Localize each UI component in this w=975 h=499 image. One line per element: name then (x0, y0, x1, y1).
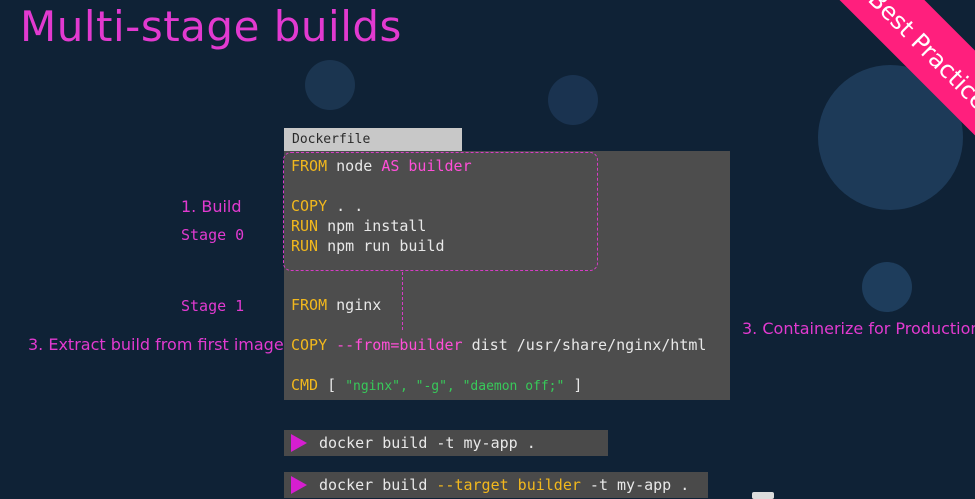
keyword-cmd: CMD (291, 376, 319, 394)
command-bar-target[interactable]: docker build --target builder -t my-app … (284, 472, 708, 498)
cmd-args: "nginx", "-g", "daemon off;" (345, 379, 565, 394)
code-line-from-nginx: FROM nginx (291, 296, 382, 314)
command-bar-build[interactable]: docker build -t my-app . (284, 430, 608, 456)
code-line-cmd: CMD [ "nginx", "-g", "daemon off;" ] (291, 376, 583, 394)
code-line-copy-from: COPY --from=builder dist /usr/share/ngin… (291, 336, 707, 354)
dockerfile-tab[interactable]: Dockerfile (284, 128, 462, 151)
annotation-extract: 3. Extract build from first image (28, 335, 284, 354)
decor-circle (548, 75, 598, 125)
play-icon (291, 476, 307, 494)
keyword-from: FROM (291, 296, 328, 314)
stage-connector-line (402, 272, 403, 330)
play-icon (291, 434, 307, 452)
decor-circle (305, 60, 355, 110)
command-text: docker build --target builder -t my-app … (319, 476, 690, 494)
annotation-stage-0: Stage 0 (181, 226, 245, 244)
from-flag: --from=builder (327, 336, 463, 354)
target-flag: --target builder (436, 476, 581, 494)
video-overlay-badge (752, 492, 774, 499)
build-stage-outline (283, 152, 598, 271)
annotation-build: 1. Build (181, 197, 242, 216)
keyword-copy: COPY (291, 336, 328, 354)
decor-circle (862, 262, 912, 312)
slide-title: Multi-stage builds (20, 2, 402, 51)
command-text: docker build -t my-app . (319, 434, 536, 452)
annotation-stage-1: Stage 1 (181, 297, 245, 315)
annotation-containerize: 3. Containerize for Production (742, 319, 975, 338)
